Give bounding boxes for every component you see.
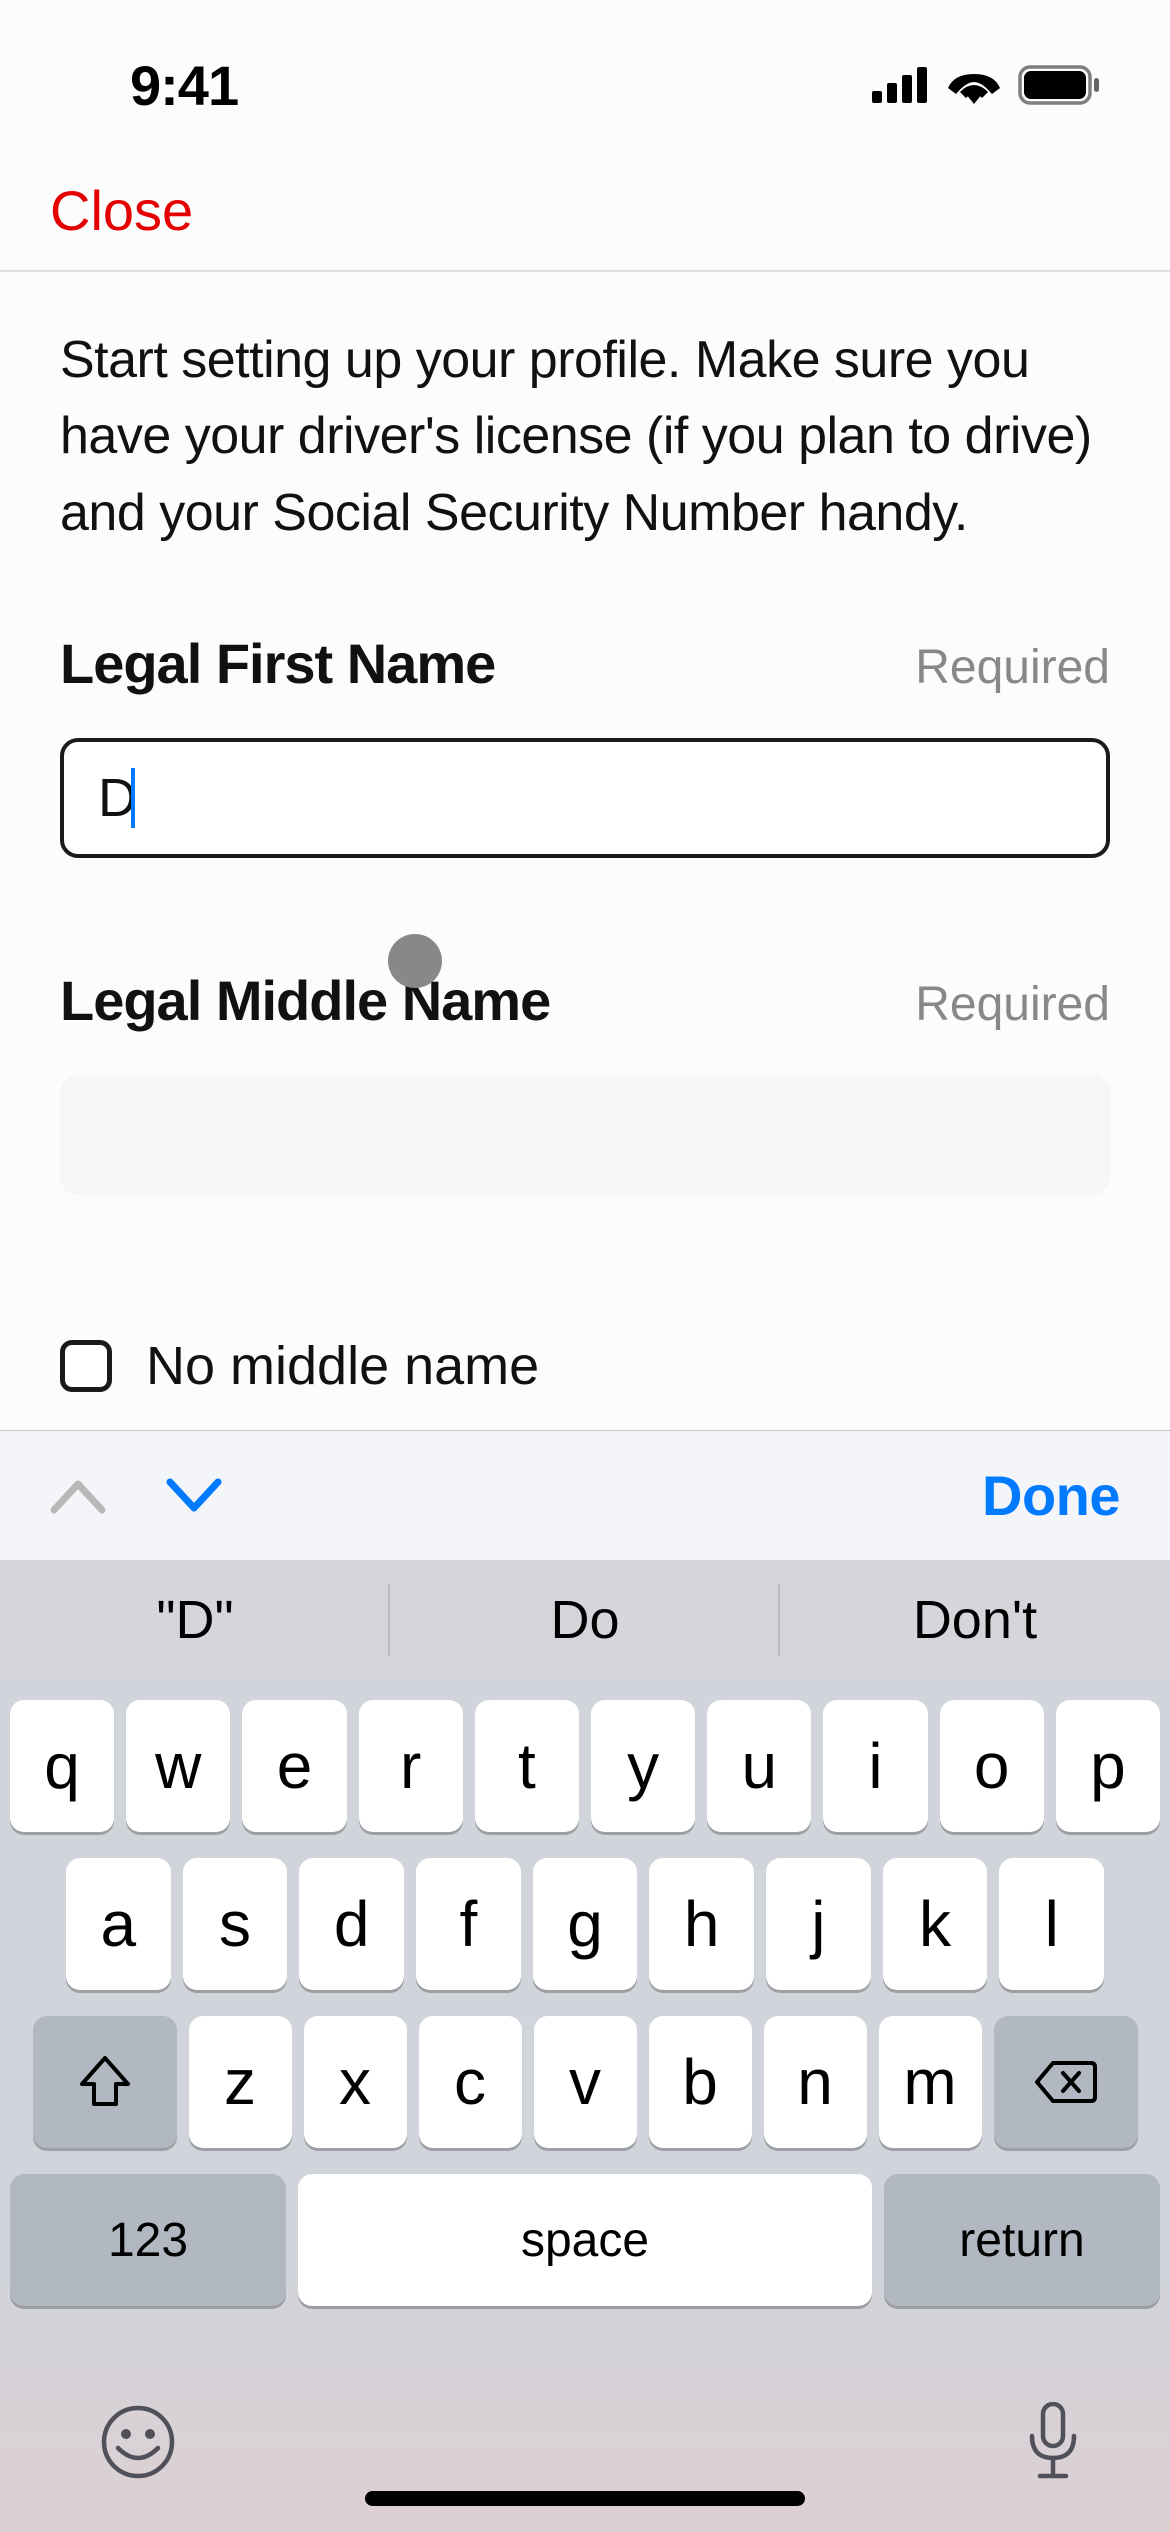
backspace-icon [1035,2059,1097,2105]
cellular-icon [872,67,930,103]
status-time: 9:41 [130,53,238,118]
key-space[interactable]: space [298,2174,872,2306]
key-x[interactable]: x [304,2016,407,2148]
key-123[interactable]: 123 [10,2174,286,2306]
key-m[interactable]: m [879,2016,982,2148]
key-f[interactable]: f [416,1858,521,1990]
key-a[interactable]: a [66,1858,171,1990]
key-s[interactable]: s [183,1858,288,1990]
touch-indicator [388,934,442,988]
first-name-field: Legal First Name Required D [60,631,1110,858]
key-k[interactable]: k [883,1858,988,1990]
next-field-icon[interactable] [166,1478,222,1514]
keyboard-done-button[interactable]: Done [982,1463,1120,1528]
emoji-icon[interactable] [100,2404,176,2480]
no-middle-name-checkbox[interactable] [60,1340,112,1392]
key-i[interactable]: i [823,1700,927,1832]
key-l[interactable]: l [999,1858,1104,1990]
key-q[interactable]: q [10,1700,114,1832]
key-u[interactable]: u [707,1700,811,1832]
key-y[interactable]: y [591,1700,695,1832]
kb-row-1: q w e r t y u i o p [10,1700,1160,1832]
key-c[interactable]: c [419,2016,522,2148]
key-r[interactable]: r [359,1700,463,1832]
keyboard-accessory-bar: Done [0,1430,1170,1560]
status-bar: 9:41 [0,0,1170,150]
key-v[interactable]: v [534,2016,637,2148]
kb-row-2: a s d f g h j k l [10,1858,1160,1990]
nav-bar: Close [0,150,1170,270]
middle-name-input[interactable] [60,1075,1110,1195]
key-h[interactable]: h [649,1858,754,1990]
wifi-icon [948,66,1000,104]
suggestion-1[interactable]: "D" [0,1560,390,1680]
middle-name-field: Legal Middle Name Required [60,968,1110,1195]
first-name-required: Required [915,640,1110,695]
no-middle-name-row[interactable]: No middle name [60,1335,1110,1397]
key-shift[interactable] [33,2016,177,2148]
status-indicators [872,65,1100,105]
key-o[interactable]: o [940,1700,1044,1832]
battery-icon [1018,65,1100,105]
key-n[interactable]: n [764,2016,867,2148]
key-g[interactable]: g [533,1858,638,1990]
suggestion-2[interactable]: Do [390,1560,780,1680]
description-text: Start setting up your profile. Make sure… [60,322,1110,551]
key-w[interactable]: w [126,1700,230,1832]
suggestion-3[interactable]: Don't [780,1560,1170,1680]
key-b[interactable]: b [649,2016,752,2148]
key-p[interactable]: p [1056,1700,1160,1832]
kb-row-3: z x c v b n m [10,2016,1160,2148]
first-name-input[interactable]: D [60,738,1110,858]
dictation-icon[interactable] [1026,2402,1080,2482]
form-content: Start setting up your profile. Make sure… [0,322,1170,1552]
key-backspace[interactable] [994,2016,1138,2148]
no-middle-name-label: No middle name [146,1335,539,1397]
text-cursor [131,768,135,828]
divider [0,270,1170,272]
key-e[interactable]: e [242,1700,346,1832]
keyboard: Done "D" Do Don't q w e r t y u i o p a … [0,1430,1170,2532]
kb-row-bottom: 123 space return [10,2174,1160,2306]
shift-icon [78,2056,132,2108]
middle-name-label: Legal Middle Name [60,968,550,1033]
key-d[interactable]: d [299,1858,404,1990]
key-z[interactable]: z [189,2016,292,2148]
middle-name-required: Required [915,977,1110,1032]
close-button[interactable]: Close [50,178,193,243]
key-t[interactable]: t [475,1700,579,1832]
prev-field-icon[interactable] [50,1478,106,1514]
key-j[interactable]: j [766,1858,871,1990]
suggestion-bar: "D" Do Don't [0,1560,1170,1680]
first-name-label: Legal First Name [60,631,495,696]
key-return[interactable]: return [884,2174,1160,2306]
home-indicator[interactable] [365,2491,805,2506]
